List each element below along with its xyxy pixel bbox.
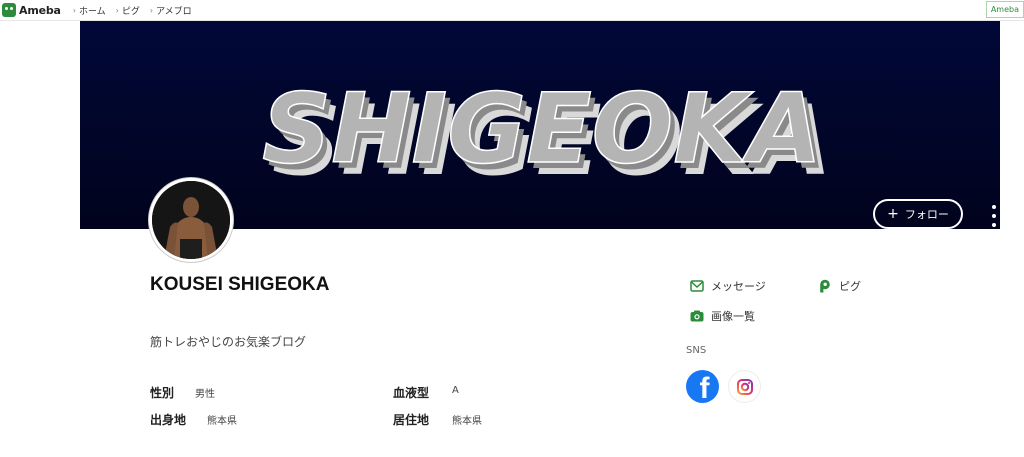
image-list-link[interactable]: 画像一覧 [690, 308, 755, 324]
plus-icon: + [887, 206, 899, 222]
gender-label: 性別 [150, 386, 175, 400]
ameba-logo-text: Ameba [19, 3, 61, 17]
avatar[interactable] [148, 177, 234, 263]
pigg-link[interactable]: ピグ [818, 278, 861, 294]
message-label: メッセージ [711, 280, 766, 293]
birthplace-value: 熊本県 [207, 416, 237, 427]
blood-type-label: 血液型 [393, 386, 430, 400]
pigg-icon [818, 279, 832, 293]
envelope-icon [690, 279, 704, 293]
residence-label: 居住地 [393, 413, 430, 427]
facebook-icon: f [699, 372, 710, 404]
global-nav: › ホーム › ピグ › アメブロ [73, 4, 202, 17]
avatar-figure [152, 181, 230, 259]
chevron-right-icon: › [115, 5, 119, 15]
gender-value: 男性 [195, 389, 215, 400]
dot [992, 214, 996, 218]
ameba-logo[interactable]: Ameba [2, 3, 61, 17]
ameba-logo-icon [2, 3, 16, 17]
camera-icon [690, 309, 704, 323]
chevron-right-icon: › [149, 5, 154, 15]
sns-heading: SNS [686, 345, 707, 356]
facebook-link[interactable]: f [686, 370, 719, 403]
message-link[interactable]: メッセージ [690, 278, 766, 294]
nav-home-label: ホーム [78, 6, 106, 17]
nav-pigg-label: ピグ [121, 6, 140, 17]
instagram-link[interactable] [728, 370, 761, 403]
image-list-label: 画像一覧 [711, 310, 755, 323]
residence-value: 熊本県 [452, 416, 482, 427]
avatar-photo [152, 181, 230, 259]
nav-ameblo[interactable]: › アメブロ [150, 4, 192, 17]
ameba-header-link[interactable]: Ameba [985, 1, 1024, 18]
follow-label: フォロー [904, 208, 949, 221]
nav-home[interactable]: › ホーム [73, 4, 106, 17]
profile-name: KOUSEI SHIGEOKA [150, 274, 330, 295]
dot [992, 205, 996, 209]
pigg-label: ピグ [839, 280, 861, 293]
chevron-right-icon: › [72, 5, 76, 15]
more-options-button[interactable] [988, 205, 1000, 227]
follow-button[interactable]: + フォロー [873, 199, 963, 229]
birthplace-label: 出身地 [150, 413, 187, 427]
nav-ameblo-label: アメブロ [156, 6, 192, 17]
nav-pigg[interactable]: › ピグ [116, 4, 140, 17]
global-header: Ameba › ホーム › ピグ › アメブロ Ameba [0, 0, 1024, 21]
profile-description: 筋トレおやじのお気楽ブログ [150, 335, 307, 349]
instagram-icon [736, 378, 753, 395]
dot [992, 223, 996, 227]
blood-type-value: A [452, 385, 459, 396]
svg-text:SHIGEOKA: SHIGEOKA [262, 73, 822, 185]
